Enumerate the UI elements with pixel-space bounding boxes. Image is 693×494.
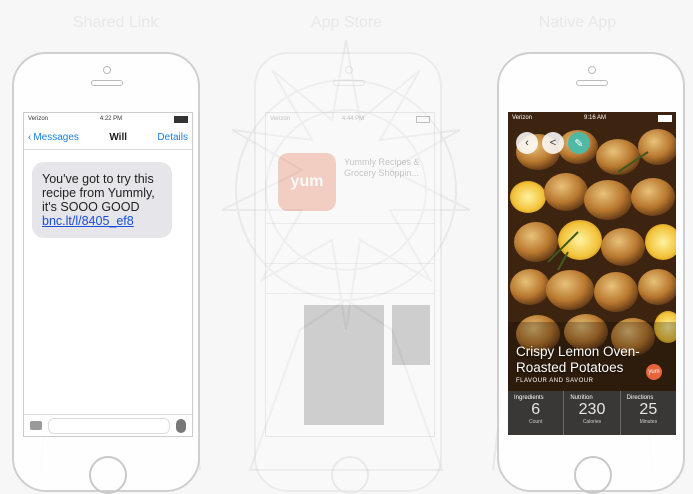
bookmark-icon: ✎ xyxy=(574,137,584,150)
status-bar: Verizon 9:16 AM xyxy=(508,112,676,124)
chevron-left-icon: ‹ xyxy=(525,137,529,149)
carrier-label: Verizon xyxy=(512,115,533,121)
screenshot-thumbnail[interactable] xyxy=(392,305,430,365)
compose-bar xyxy=(24,414,192,436)
stat-directions[interactable]: Directions 25 Minutes xyxy=(621,391,676,435)
message-bubble: You've got to try this recipe from Yumml… xyxy=(32,162,172,238)
home-button[interactable] xyxy=(331,456,369,494)
save-button[interactable]: ✎ xyxy=(568,132,590,154)
stat-value: 25 xyxy=(639,401,658,418)
battery-icon xyxy=(174,115,188,123)
battery-icon xyxy=(658,114,672,122)
share-button[interactable]: < xyxy=(542,132,564,154)
stat-unit: Minutes xyxy=(639,419,658,425)
carrier-label: Verizon xyxy=(270,116,291,122)
stat-unit: Calories xyxy=(582,419,602,425)
details-button[interactable]: Details xyxy=(157,132,188,143)
speaker-grille xyxy=(91,80,123,86)
stat-ingredients[interactable]: Ingredients 6 Count xyxy=(508,391,565,435)
section-label-shared-link: Shared Link xyxy=(72,14,159,31)
status-bar: Verizon 4:22 PM xyxy=(24,113,192,125)
stat-unit: Count xyxy=(528,419,543,425)
stat-nutrition[interactable]: Nutrition 230 Calories xyxy=(564,391,621,435)
phone-native-app: Verizon 9:16 AM ‹ < ✎ Crispy Lemon Oven-… xyxy=(497,52,685,494)
speaker-grille xyxy=(333,80,365,86)
home-button[interactable] xyxy=(574,456,612,494)
camera-dot xyxy=(588,66,596,74)
divider xyxy=(266,223,434,224)
chevron-left-icon: ‹ xyxy=(28,131,32,143)
back-label: Messages xyxy=(33,131,79,143)
battery-icon xyxy=(416,115,430,123)
home-button[interactable] xyxy=(89,456,127,494)
camera-icon[interactable] xyxy=(30,421,42,430)
yummly-app-icon[interactable]: yum xyxy=(278,153,336,211)
divider xyxy=(266,293,434,294)
back-button[interactable]: ‹ Messages xyxy=(28,132,79,143)
message-input[interactable] xyxy=(48,417,170,434)
shared-link[interactable]: bnc.lt/l/8405_ef8 xyxy=(42,214,162,228)
carrier-label: Verizon xyxy=(28,116,49,122)
recipe-source[interactable]: FLAVOUR AND SAVOUR xyxy=(516,378,593,384)
divider xyxy=(266,263,434,264)
camera-dot xyxy=(345,66,353,74)
stat-value: 6 xyxy=(531,401,541,418)
app-name: Yummly Recipes & Grocery Shoppin... xyxy=(344,157,420,178)
recipe-stats: Ingredients 6 Count Nutrition 230 Calori… xyxy=(508,391,676,435)
section-label-native-app: Native App xyxy=(538,14,617,31)
phone-messages: Verizon 4:22 PM ‹ Messages Will Details … xyxy=(12,52,200,494)
yum-badge[interactable]: yum xyxy=(646,364,662,380)
stat-value: 230 xyxy=(578,401,606,418)
status-time: 4:22 PM xyxy=(99,116,123,122)
camera-dot xyxy=(103,66,111,74)
app-store-screen: Verizon 4:44 PM yum Yummly Recipes & Gro… xyxy=(265,112,435,437)
speaker-grille xyxy=(576,80,608,86)
message-text: You've got to try this recipe from Yumml… xyxy=(42,172,155,214)
share-icon: < xyxy=(549,137,557,149)
messages-navbar: ‹ Messages Will Details xyxy=(24,125,192,150)
messages-screen: Verizon 4:22 PM ‹ Messages Will Details … xyxy=(23,112,193,437)
status-time: 4:44 PM xyxy=(341,116,365,122)
recipe-screen: Verizon 9:16 AM ‹ < ✎ Crispy Lemon Oven-… xyxy=(508,112,676,435)
recipe-photo xyxy=(508,112,676,435)
contact-name: Will xyxy=(109,131,128,143)
status-time: 9:16 AM xyxy=(584,115,607,121)
screenshot-thumbnail[interactable] xyxy=(304,305,384,425)
phone-app-store: Verizon 4:44 PM yum Yummly Recipes & Gro… xyxy=(254,52,442,494)
recipe-title: Crispy Lemon Oven-Roasted Potatoes xyxy=(516,344,640,375)
section-label-app-store: App Store xyxy=(310,14,383,31)
status-bar: Verizon 4:44 PM xyxy=(266,113,434,125)
back-button[interactable]: ‹ xyxy=(516,132,538,154)
microphone-icon[interactable] xyxy=(176,418,186,433)
